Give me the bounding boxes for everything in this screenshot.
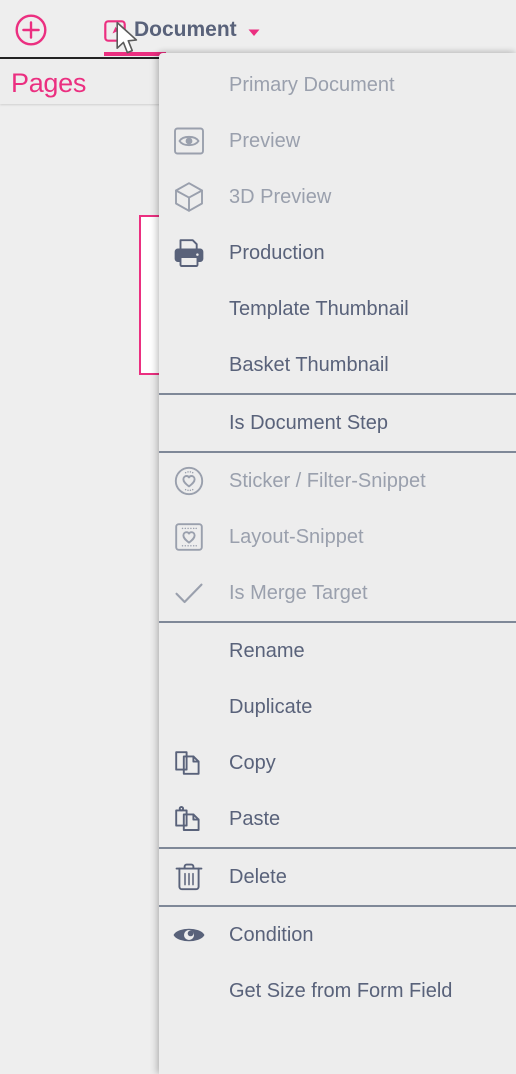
menu-item-duplicate[interactable]: Duplicate — [159, 679, 516, 735]
menu-item-copy[interactable]: Copy — [159, 735, 516, 791]
tab-document-label: Document — [134, 18, 237, 41]
menu-item-label: Copy — [229, 751, 276, 774]
menu-item-label: Paste — [229, 807, 281, 830]
menu-item-rename[interactable]: Rename — [159, 623, 516, 679]
menu-item-label: Preview — [229, 129, 301, 152]
top-toolbar: Document — [0, 0, 516, 59]
menu-item-label: 3D Preview — [229, 185, 332, 208]
add-page-button[interactable] — [15, 14, 47, 46]
document-marker-icon — [104, 20, 126, 42]
menu-item-layout-snippet: Layout-Snippet — [159, 509, 516, 565]
menu-item-label: Layout-Snippet — [229, 525, 364, 548]
menu-item-delete[interactable]: Delete — [159, 849, 516, 905]
menu-item-label: Sticker / Filter-Snippet — [229, 469, 426, 492]
layout-square-heart-icon — [169, 520, 209, 554]
page-title: Pages — [11, 68, 87, 98]
menu-item-get-size-from-form-field[interactable]: Get Size from Form Field — [159, 963, 516, 1019]
paste-icon — [169, 802, 209, 836]
menu-item-template-thumbnail[interactable]: Template Thumbnail — [159, 281, 516, 337]
menu-item-sticker-filter-snippet: Sticker / Filter-Snippet — [159, 453, 516, 509]
menu-item-label: Rename — [229, 639, 305, 662]
check-icon — [169, 576, 209, 610]
tab-document[interactable]: Document — [104, 8, 261, 52]
menu-item-label: Template Thumbnail — [229, 297, 409, 320]
document-context-menu[interactable]: Primary Document Preview 3D Preview Product… — [159, 53, 516, 1074]
menu-item-primary-document: Primary Document — [159, 57, 516, 113]
chevron-down-icon[interactable] — [247, 25, 261, 39]
eye-framed-icon — [169, 124, 209, 158]
menu-item-condition[interactable]: Condition — [159, 907, 516, 963]
menu-item-paste[interactable]: Paste — [159, 791, 516, 847]
menu-item-label: Delete — [229, 865, 287, 888]
menu-item-basket-thumbnail[interactable]: Basket Thumbnail — [159, 337, 516, 393]
copy-icon — [169, 746, 209, 780]
menu-item-label: Primary Document — [229, 73, 395, 96]
menu-item-label: Is Document Step — [229, 411, 388, 434]
menu-item-label: Duplicate — [229, 695, 313, 718]
plus-circle-icon — [15, 14, 47, 46]
menu-item-preview: Preview — [159, 113, 516, 169]
menu-item-3d-preview: 3D Preview — [159, 169, 516, 225]
menu-item-label: Is Merge Target — [229, 581, 368, 604]
menu-item-label: Condition — [229, 923, 314, 946]
cube-icon — [169, 180, 209, 214]
menu-item-label: Production — [229, 241, 325, 264]
printer-icon — [169, 236, 209, 270]
menu-item-label: Basket Thumbnail — [229, 353, 389, 376]
sticker-circle-heart-icon — [169, 464, 209, 498]
eye-filled-icon — [169, 918, 209, 952]
menu-item-production[interactable]: Production — [159, 225, 516, 281]
tab-active-indicator — [104, 52, 166, 56]
menu-item-is-merge-target: Is Merge Target — [159, 565, 516, 621]
menu-item-label: Get Size from Form Field — [229, 979, 453, 1002]
menu-item-is-document-step[interactable]: Is Document Step — [159, 395, 516, 451]
application-window: Document Pages Primary Document Preview 3D… — [0, 0, 516, 1074]
trash-icon — [169, 860, 209, 894]
